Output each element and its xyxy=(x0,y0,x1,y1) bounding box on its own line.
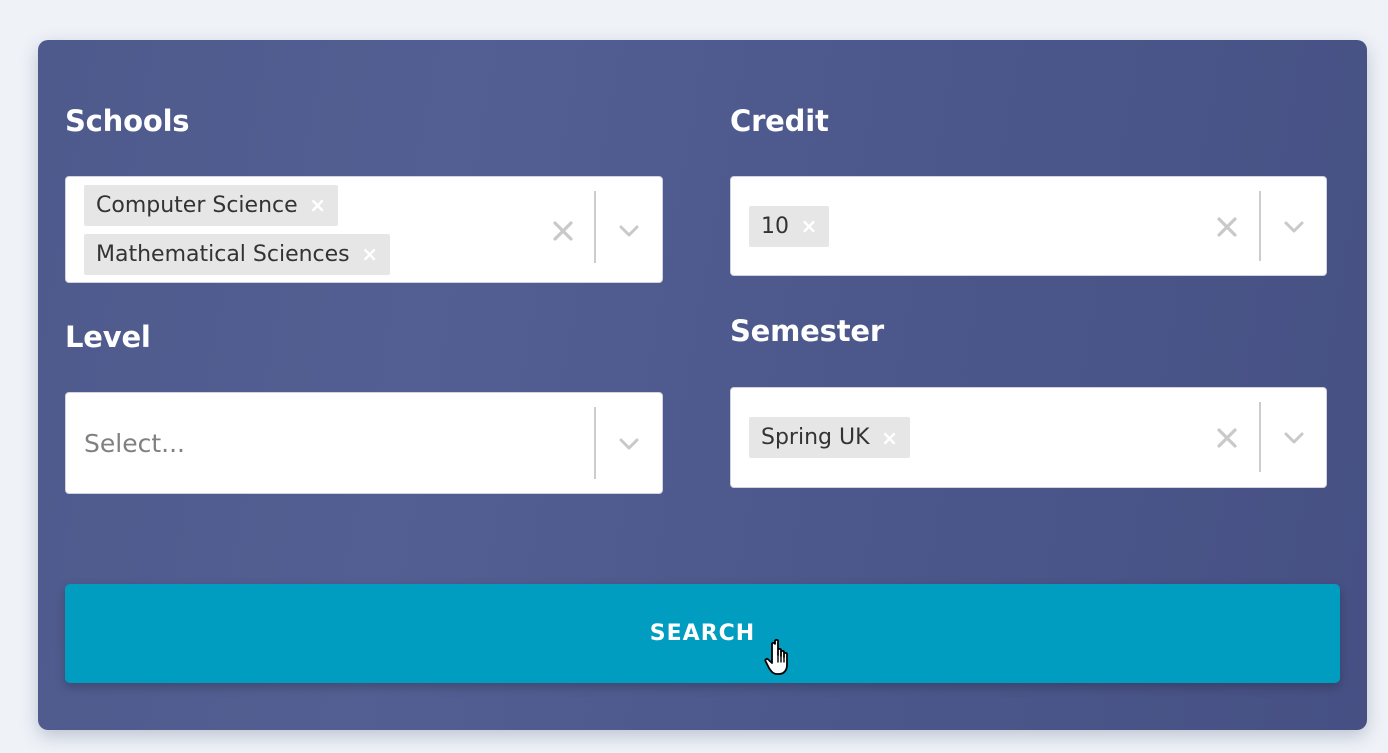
chip-label: Spring UK xyxy=(761,425,870,450)
schools-chips: Computer Science × Mathematical Sciences… xyxy=(84,177,390,282)
semester-chip: Spring UK × xyxy=(749,417,910,458)
chip-remove-icon[interactable]: × xyxy=(795,216,823,236)
search-button[interactable]: SEARCH xyxy=(65,584,1340,683)
indicator-divider xyxy=(1259,402,1261,472)
semester-label: Semester xyxy=(730,314,884,348)
indicator-divider xyxy=(594,191,596,263)
indicator-divider xyxy=(594,407,596,479)
chevron-down-icon[interactable] xyxy=(1282,215,1306,239)
schools-chip: Mathematical Sciences × xyxy=(84,233,390,275)
chevron-down-icon[interactable] xyxy=(617,432,641,456)
hand-pointer-icon xyxy=(764,638,788,675)
clear-x-icon[interactable] xyxy=(551,219,575,243)
indicator-divider xyxy=(1259,191,1261,261)
credit-chip: 10 × xyxy=(749,205,829,247)
chip-label: Mathematical Sciences xyxy=(96,241,350,267)
schools-label: Schools xyxy=(65,104,190,138)
chevron-down-icon[interactable] xyxy=(1282,426,1306,450)
level-label: Level xyxy=(65,320,151,354)
chip-remove-icon[interactable]: × xyxy=(876,428,904,448)
schools-select[interactable]: Computer Science × Mathematical Sciences… xyxy=(65,176,663,283)
chip-remove-icon[interactable]: × xyxy=(304,195,332,215)
credit-select[interactable]: 10 × xyxy=(730,176,1327,276)
chip-remove-icon[interactable]: × xyxy=(356,244,384,264)
chevron-down-icon[interactable] xyxy=(617,219,641,243)
semester-select[interactable]: Spring UK × xyxy=(730,387,1327,488)
chip-label: Computer Science xyxy=(96,192,298,218)
clear-x-icon[interactable] xyxy=(1215,426,1239,450)
chip-label: 10 xyxy=(761,213,789,239)
credit-chips: 10 × xyxy=(749,177,829,275)
clear-x-icon[interactable] xyxy=(1215,215,1239,239)
credit-label: Credit xyxy=(730,104,829,138)
level-placeholder: Select... xyxy=(84,428,185,458)
semester-chips: Spring UK × xyxy=(749,388,910,487)
schools-chip: Computer Science × xyxy=(84,184,338,226)
level-select[interactable]: Select... xyxy=(65,392,663,494)
